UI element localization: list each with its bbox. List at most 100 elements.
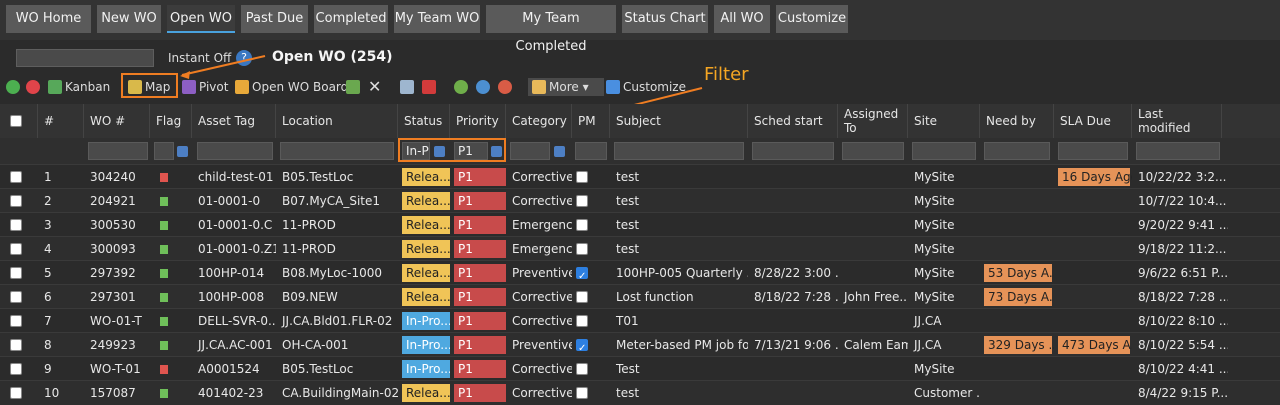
row-checkbox[interactable] (10, 339, 22, 351)
row-checkbox[interactable] (10, 291, 22, 303)
col-sched-start[interactable]: Sched start (748, 104, 838, 138)
tab-past-due[interactable]: Past Due (241, 5, 308, 33)
filter-sched-input[interactable] (752, 142, 834, 160)
search-input[interactable] (16, 49, 154, 67)
table-row[interactable]: 1 304240 child-test-01 B05.TestLoc Relea... P… (0, 164, 1280, 189)
row-checkbox[interactable] (10, 387, 22, 399)
row-checkbox[interactable] (10, 363, 22, 375)
help-icon[interactable]: ? (236, 50, 252, 66)
flag-icon[interactable] (160, 245, 168, 254)
tab-new-wo[interactable]: New WO (97, 5, 161, 33)
row-checkbox[interactable] (10, 315, 22, 327)
table-row[interactable]: 9 WO-T-01 A0001524 B05.TestLoc In-Pro... P1 Co… (0, 356, 1280, 381)
tab-completed[interactable]: Completed (314, 5, 388, 33)
flag-icon[interactable] (160, 389, 168, 398)
col-need-by[interactable]: Need by (980, 104, 1054, 138)
row-checkbox[interactable] (10, 171, 22, 183)
col-location[interactable]: Location (276, 104, 398, 138)
pm-checkbox[interactable] (576, 243, 588, 255)
col-pm[interactable]: PM (572, 104, 610, 138)
flag-icon[interactable] (160, 197, 168, 206)
flag-icon[interactable] (160, 269, 168, 278)
tab-wo-home[interactable]: WO Home (6, 5, 91, 33)
col-subject[interactable]: Subject (610, 104, 748, 138)
more-dropdown[interactable]: More ▾ (528, 78, 604, 96)
table-row[interactable]: 6 297301 100HP-008 B09.NEW Relea... P1 Correct… (0, 284, 1280, 309)
col-site[interactable]: Site (908, 104, 980, 138)
tab-customize[interactable]: Customize (776, 5, 848, 33)
row-checkbox[interactable] (10, 219, 22, 231)
flag-icon[interactable] (160, 341, 168, 350)
pm-checkbox[interactable] (576, 171, 588, 183)
pm-checkbox[interactable] (576, 363, 588, 375)
flag-icon[interactable] (160, 365, 168, 374)
filter-modified-input[interactable] (1136, 142, 1220, 160)
flag-icon[interactable] (160, 293, 168, 302)
col-flag[interactable]: Flag (150, 104, 192, 138)
col-wo[interactable]: WO # (84, 104, 150, 138)
zoom-in-icon[interactable] (454, 78, 471, 96)
tab-open-wo[interactable]: Open WO (167, 5, 235, 33)
open-wo-board-button[interactable]: Open WO Board (235, 78, 348, 96)
filter-sla-input[interactable] (1058, 142, 1128, 160)
filter-category-menu-icon[interactable] (554, 146, 565, 157)
kanban-button[interactable]: Kanban (48, 78, 110, 96)
pm-checkbox[interactable] (576, 337, 588, 357)
col-assigned-to[interactable]: Assigned To (838, 104, 908, 138)
tab-my-team-completed[interactable]: My Team Completed (486, 5, 616, 54)
table-row[interactable]: 8 249923 JJ.CA.AC-001 OH-CA-001 In-Pro... P1 P… (0, 332, 1280, 357)
tab-my-team-wo[interactable]: My Team WO (394, 5, 480, 33)
close-icon[interactable]: ✕ (368, 78, 381, 96)
row-checkbox[interactable] (10, 195, 22, 207)
zoom-out-icon[interactable] (498, 78, 515, 96)
pm-checkbox[interactable] (576, 387, 588, 399)
pm-checkbox[interactable] (576, 291, 588, 303)
col-status[interactable]: Status (398, 104, 450, 138)
pivot-button[interactable]: Pivot (182, 78, 228, 96)
filter-location-input[interactable] (280, 142, 394, 160)
filter-wo-input[interactable] (88, 142, 148, 160)
pm-checkbox[interactable] (576, 265, 588, 285)
col-asset[interactable]: Asset Tag (192, 104, 276, 138)
col-last-modified[interactable]: Last modified (1132, 104, 1222, 138)
customize-button[interactable]: Customize (606, 78, 686, 96)
table-row[interactable]: 5 297392 100HP-014 B08.MyLoc-1000 Relea... P1… (0, 260, 1280, 285)
table-row[interactable]: 3 300530 01-0001-0.C 11-PROD Relea... P1 Emerg… (0, 212, 1280, 237)
filter-assigned-input[interactable] (842, 142, 904, 160)
zoom-reset-icon[interactable] (476, 78, 493, 96)
row-checkbox[interactable] (10, 243, 22, 255)
row-checkbox[interactable] (10, 267, 22, 279)
filter-site-input[interactable] (912, 142, 976, 160)
col-num[interactable]: # (38, 104, 84, 138)
instant-toggle[interactable]: Instant Off (168, 51, 231, 65)
pdf-icon[interactable] (422, 78, 439, 96)
filter-pm-input[interactable] (575, 142, 607, 160)
tab-status-chart[interactable]: Status Chart (622, 5, 708, 33)
remove-icon[interactable] (26, 78, 43, 96)
pm-checkbox[interactable] (576, 315, 588, 327)
table-row[interactable]: 10 157087 401402-23 CA.BuildingMain-02 Relea… (0, 380, 1280, 405)
add-icon[interactable] (6, 78, 23, 96)
refresh-icon[interactable] (346, 78, 363, 96)
filter-flag-input[interactable] (154, 142, 174, 160)
flag-icon[interactable] (160, 221, 168, 230)
filter-subject-input[interactable] (614, 142, 744, 160)
col-priority[interactable]: Priority (450, 104, 506, 138)
status-cell: In-Pro... (398, 333, 450, 357)
pm-checkbox[interactable] (576, 219, 588, 231)
flag-icon[interactable] (160, 317, 168, 326)
col-sla-due[interactable]: SLA Due (1054, 104, 1132, 138)
col-category[interactable]: Category (506, 104, 572, 138)
filter-category-input[interactable] (510, 142, 550, 160)
filter-asset-input[interactable] (197, 142, 273, 160)
table-row[interactable]: 4 300093 01-0001-0.Z1 11-PROD Relea... P1 Emer… (0, 236, 1280, 261)
table-row[interactable]: 2 204921 01-0001-0 B07.MyCA_Site1 Relea... P1… (0, 188, 1280, 213)
pm-checkbox[interactable] (576, 195, 588, 207)
tab-all-wo[interactable]: All WO (714, 5, 770, 33)
filter-need-input[interactable] (984, 142, 1050, 160)
select-all-checkbox[interactable] (10, 115, 22, 127)
print-icon[interactable] (400, 78, 417, 96)
filter-flag-menu-icon[interactable] (177, 146, 188, 157)
table-row[interactable]: 7 WO-01-T DELL-SVR-0... JJ.CA.Bld01.FLR-02 I… (0, 308, 1280, 333)
flag-icon[interactable] (160, 173, 168, 182)
